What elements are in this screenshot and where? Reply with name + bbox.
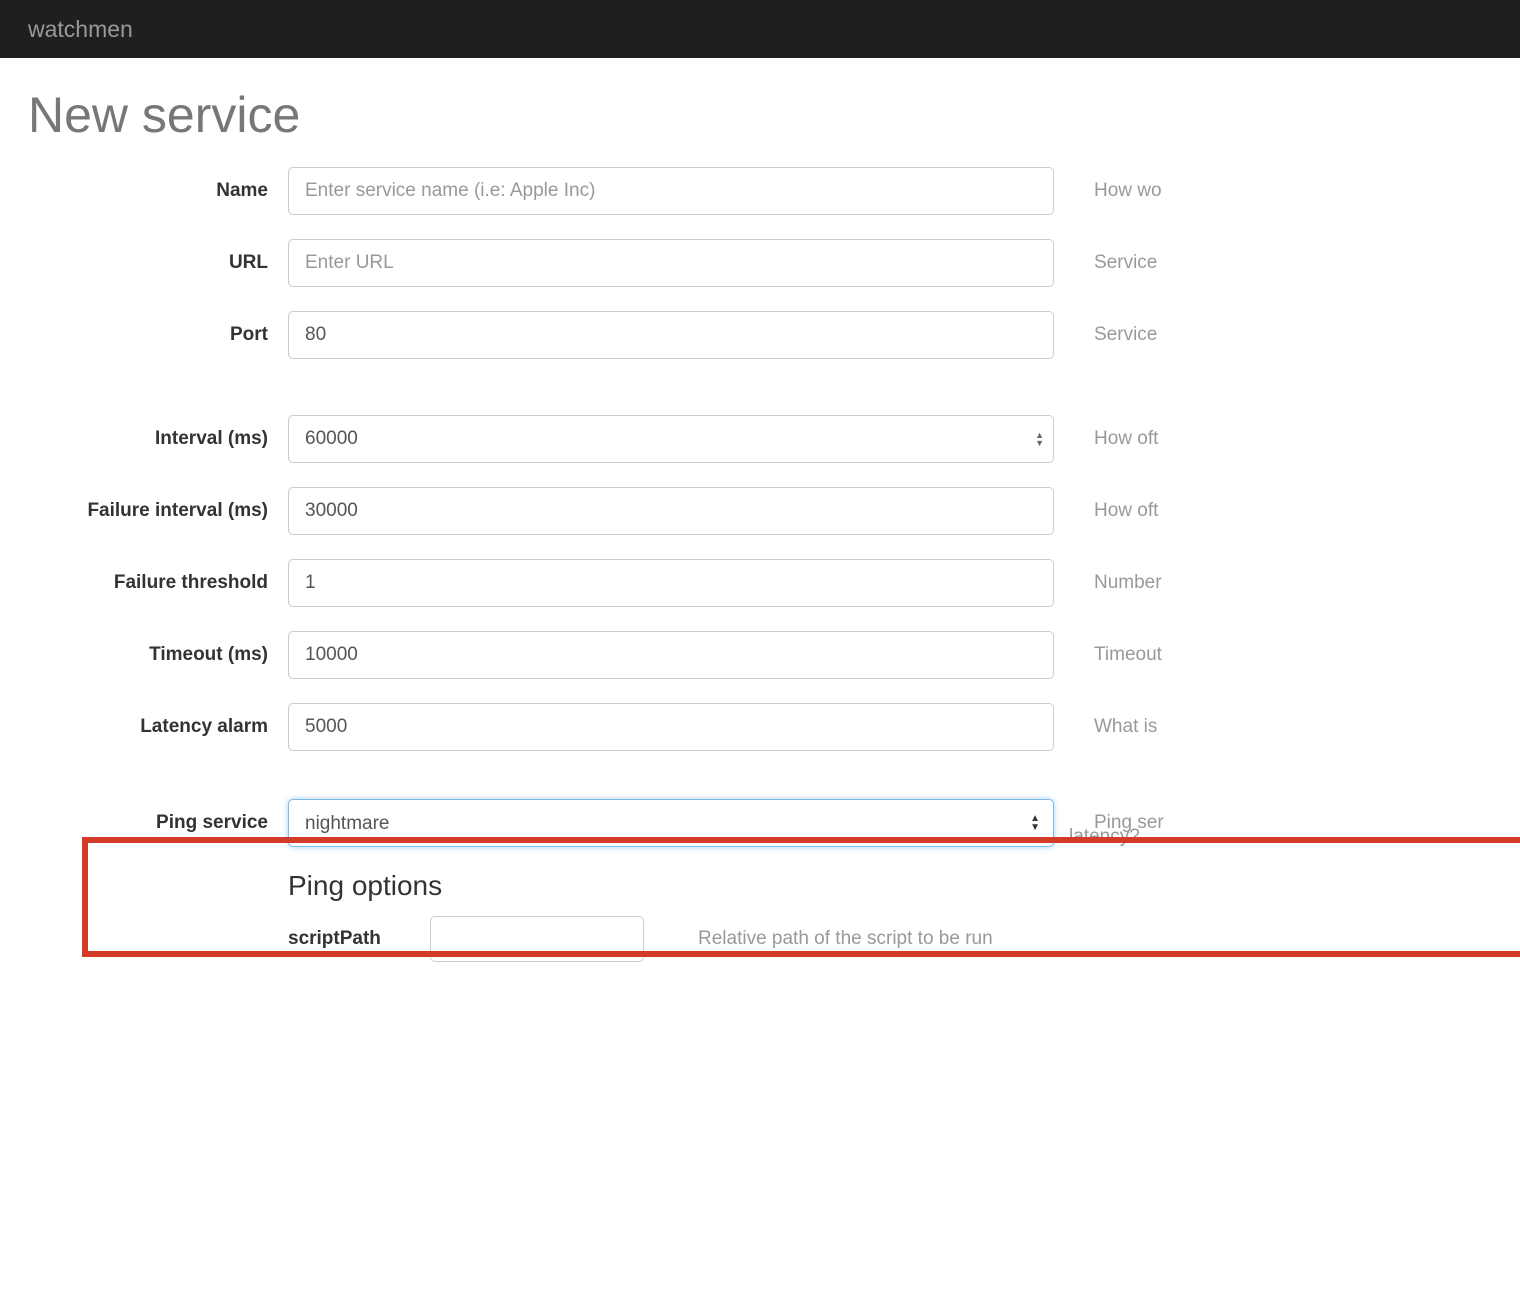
script-path-input[interactable] xyxy=(430,916,644,962)
name-input[interactable] xyxy=(288,167,1054,215)
row-name: Name How wo xyxy=(28,166,1492,216)
label-latency: Latency alarm xyxy=(28,716,288,738)
label-failure-threshold: Failure threshold xyxy=(28,572,288,594)
row-port: Port Service xyxy=(28,310,1492,360)
help-timeout: Timeout xyxy=(1054,644,1492,666)
failure-interval-input[interactable] xyxy=(288,487,1054,535)
timeout-input[interactable] xyxy=(288,631,1054,679)
row-timeout: Timeout (ms) Timeout xyxy=(28,630,1492,680)
latency-input[interactable] xyxy=(288,703,1054,751)
row-interval: Interval (ms) ▲▼ How oft xyxy=(28,414,1492,464)
help-script-path: Relative path of the script to be run xyxy=(644,928,993,950)
label-name: Name xyxy=(28,180,288,202)
label-url: URL xyxy=(28,252,288,274)
help-failure-interval: How oft xyxy=(1054,500,1492,522)
label-timeout: Timeout (ms) xyxy=(28,644,288,666)
ping-options-heading: Ping options xyxy=(288,870,1492,902)
row-latency: Latency alarm What is xyxy=(28,702,1492,752)
form-container: New service Name How wo URL Service Port… xyxy=(0,58,1520,984)
help-name: How wo xyxy=(1054,180,1492,202)
help-failure-threshold: Number xyxy=(1054,572,1492,594)
ping-service-select[interactable]: nightmare xyxy=(288,799,1054,847)
label-interval: Interval (ms) xyxy=(28,428,288,450)
navbar-brand[interactable]: watchmen xyxy=(28,16,133,43)
help-interval: How oft xyxy=(1054,428,1492,450)
failure-threshold-input[interactable] xyxy=(288,559,1054,607)
row-ping-service: Ping service nightmare ▲▼ Ping ser xyxy=(28,798,1492,848)
help-latency-line2: latency? xyxy=(1069,826,1140,848)
label-script-path: scriptPath xyxy=(288,928,430,950)
label-failure-interval: Failure interval (ms) xyxy=(28,500,288,522)
url-input[interactable] xyxy=(288,239,1054,287)
interval-input[interactable] xyxy=(288,415,1054,463)
row-url: URL Service xyxy=(28,238,1492,288)
help-port: Service xyxy=(1054,324,1492,346)
page-title: New service xyxy=(28,86,1492,144)
label-port: Port xyxy=(28,324,288,346)
help-url: Service xyxy=(1054,252,1492,274)
port-input[interactable] xyxy=(288,311,1054,359)
row-failure-threshold: Failure threshold Number xyxy=(28,558,1492,608)
navbar: watchmen xyxy=(0,0,1520,58)
row-failure-interval: Failure interval (ms) How oft xyxy=(28,486,1492,536)
label-ping-service: Ping service xyxy=(28,812,288,834)
row-script-path: scriptPath Relative path of the script t… xyxy=(288,916,1492,962)
help-latency: What is xyxy=(1054,716,1492,738)
